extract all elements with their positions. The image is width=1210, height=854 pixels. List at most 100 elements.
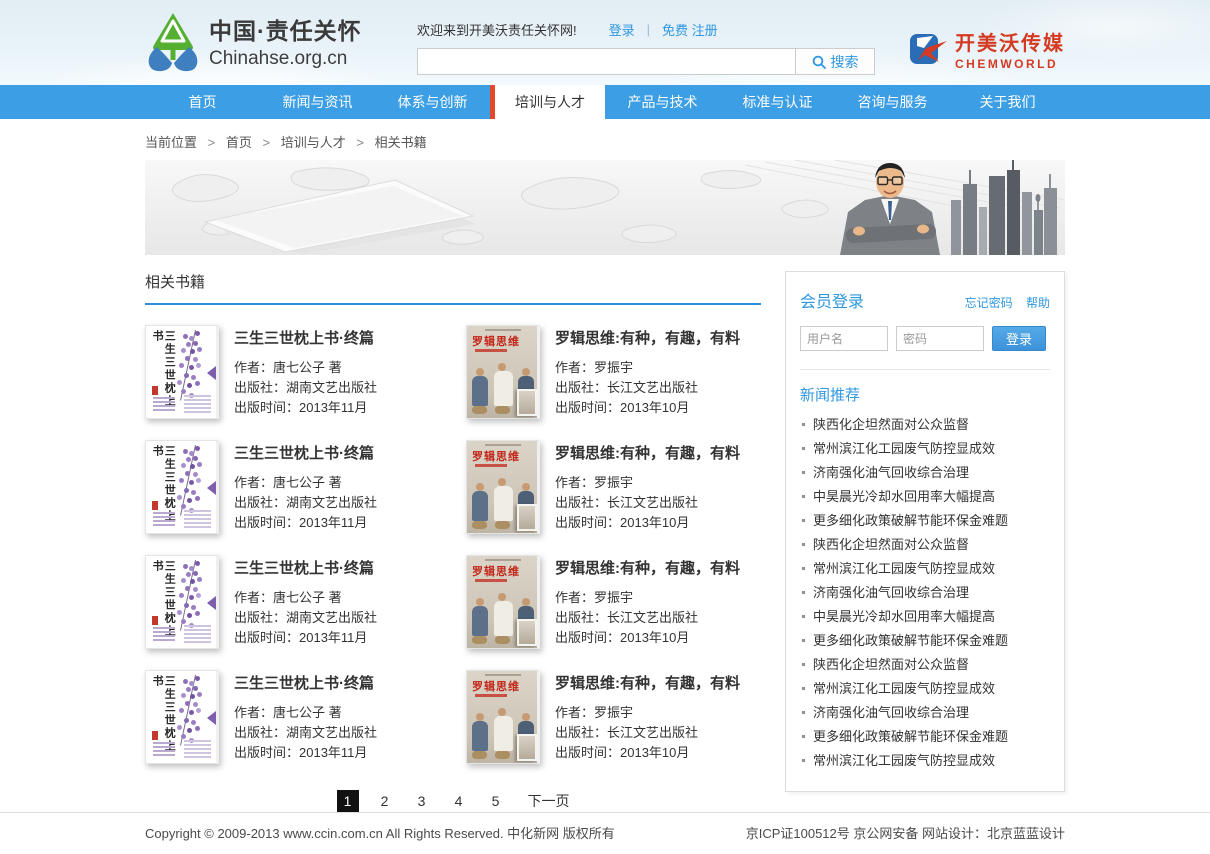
- search-button-label: 搜索: [831, 52, 859, 72]
- page-2[interactable]: 2: [374, 790, 396, 812]
- nav-item-products[interactable]: 产品与技术: [605, 85, 720, 119]
- page-4[interactable]: 4: [448, 790, 470, 812]
- book-author: 作者：唐七公子 著: [234, 358, 377, 378]
- nav-item-system[interactable]: 体系与创新: [375, 85, 490, 119]
- bullet-icon: [802, 759, 805, 762]
- book-date: 出版时间：2013年10月: [555, 743, 740, 763]
- news-item[interactable]: 更多细化政策破解节能环保金难题: [800, 509, 1050, 533]
- book-title[interactable]: 罗辑思维:有种，有趣，有料: [555, 442, 740, 463]
- book-title[interactable]: 三生三世枕上书·终篇: [234, 672, 377, 693]
- bullet-icon: [802, 543, 805, 546]
- book-title[interactable]: 三生三世枕上书·终篇: [234, 327, 377, 348]
- breadcrumb-training[interactable]: 培训与人才: [281, 135, 346, 150]
- news-item[interactable]: 中昊晨光冷却水回用率大幅提高: [800, 605, 1050, 629]
- book-item[interactable]: 三生三世枕上书 三生三世枕上书·终篇 作者：唐七公子 著 出版社：湖南文艺出版社…: [145, 325, 440, 419]
- book-cover: 三生三世枕上书: [145, 440, 219, 534]
- nav-item-training-active[interactable]: 培训与人才: [490, 85, 605, 119]
- nav-item-home[interactable]: 首页: [145, 85, 260, 119]
- book-title[interactable]: 罗辑思维:有种，有趣，有料: [555, 672, 740, 693]
- breadcrumb-home[interactable]: 首页: [226, 135, 252, 150]
- breadcrumb-prefix: 当前位置: [145, 135, 197, 150]
- breadcrumb-books[interactable]: 相关书籍: [375, 135, 427, 150]
- welcome-text: 欢迎来到开美沃责任关怀网!: [417, 20, 577, 39]
- page-title: 相关书籍: [145, 271, 761, 305]
- book-item[interactable]: 三生三世枕上书 三生三世枕上书·终篇 作者：唐七公子 著 出版社：湖南文艺出版社…: [145, 555, 440, 649]
- book-item[interactable]: 三生三世枕上书 三生三世枕上书·终篇 作者：唐七公子 著 出版社：湖南文艺出版社…: [145, 440, 440, 534]
- login-form: 登录: [800, 326, 1050, 351]
- bullet-icon: [802, 735, 805, 738]
- book-item[interactable]: 三生三世枕上书 三生三世枕上书·终篇 作者：唐七公子 著 出版社：湖南文艺出版社…: [145, 670, 440, 764]
- news-item[interactable]: 常州滨江化工园废气防控显成效: [800, 437, 1050, 461]
- nav-item-about[interactable]: 关于我们: [950, 85, 1065, 119]
- chemworld-logo-icon: [909, 29, 949, 69]
- nav-item-standards[interactable]: 标准与认证: [720, 85, 835, 119]
- nav-item-news[interactable]: 新闻与资讯: [260, 85, 375, 119]
- book-title[interactable]: 罗辑思维:有种，有趣，有料: [555, 327, 740, 348]
- search-bar: 搜索: [417, 48, 879, 75]
- next-page-button[interactable]: 下一页: [528, 791, 570, 811]
- news-item[interactable]: 常州滨江化工园废气防控显成效: [800, 749, 1050, 773]
- news-item[interactable]: 更多细化政策破解节能环保金难题: [800, 629, 1050, 653]
- partner-logo[interactable]: 开美沃传媒 CHEMWORLD: [909, 27, 1065, 71]
- username-input[interactable]: [800, 326, 888, 351]
- search-input[interactable]: [417, 48, 795, 75]
- bullet-icon: [802, 423, 805, 426]
- news-item[interactable]: 常州滨江化工园废气防控显成效: [800, 557, 1050, 581]
- book-cover: 罗辑思维: [466, 440, 540, 534]
- book-cover: 罗辑思维: [466, 555, 540, 649]
- site-logo[interactable]: 中国·责任关怀 Chinahse.org.cn: [145, 9, 362, 73]
- partner-logo-cn: 开美沃传媒: [955, 27, 1065, 56]
- book-title[interactable]: 罗辑思维:有种，有趣，有料: [555, 557, 740, 578]
- book-author: 作者：唐七公子 著: [234, 473, 377, 493]
- news-item[interactable]: 陕西化企坦然面对公众监督: [800, 533, 1050, 557]
- bullet-icon: [802, 591, 805, 594]
- breadcrumb-separator: >: [263, 135, 271, 150]
- book-cover: 三生三世枕上书: [145, 670, 219, 764]
- book-author: 作者：罗振宇: [555, 473, 740, 493]
- password-input[interactable]: [896, 326, 984, 351]
- news-item[interactable]: 陕西化企坦然面对公众监督: [800, 413, 1050, 437]
- sidebar: 会员登录 忘记密码 帮助 登录 新闻推荐 陕西化企坦然面对公众监督 常州滨江化工…: [785, 271, 1065, 792]
- nav-item-consulting[interactable]: 咨询与服务: [835, 85, 950, 119]
- page-1-current[interactable]: 1: [337, 790, 359, 812]
- book-publisher: 出版社：湖南文艺出版社: [234, 608, 377, 628]
- icp-text: 京ICP证100512号 京公网安备 网站设计：北京蓝蓝设计: [746, 823, 1065, 842]
- site-domain: Chinahse.org.cn: [209, 48, 362, 70]
- pagination: 1 2 3 4 5 下一页: [145, 790, 761, 812]
- book-date: 出版时间：2013年10月: [555, 513, 740, 533]
- bullet-icon: [802, 519, 805, 522]
- forgot-password-link[interactable]: 忘记密码: [965, 296, 1013, 310]
- login-button[interactable]: 登录: [992, 326, 1046, 351]
- page-3[interactable]: 3: [411, 790, 433, 812]
- book-publisher: 出版社：长江文艺出版社: [555, 723, 740, 743]
- book-item[interactable]: 罗辑思维 罗辑思维:有种，有趣，有料 作者：罗振宇 出版社：长江文艺出版社 出版…: [466, 440, 761, 534]
- book-cover: 罗辑思维: [466, 325, 540, 419]
- bullet-icon: [802, 471, 805, 474]
- login-link[interactable]: 登录: [609, 20, 635, 39]
- book-author: 作者：唐七公子 著: [234, 588, 377, 608]
- book-publisher: 出版社：湖南文艺出版社: [234, 378, 377, 398]
- bullet-icon: [802, 687, 805, 690]
- news-item[interactable]: 更多细化政策破解节能环保金难题: [800, 725, 1050, 749]
- book-date: 出版时间：2013年11月: [234, 398, 377, 418]
- register-link[interactable]: 免费 注册: [662, 20, 718, 39]
- bullet-icon: [802, 711, 805, 714]
- book-date: 出版时间：2013年10月: [555, 628, 740, 648]
- bullet-icon: [802, 663, 805, 666]
- news-item[interactable]: 中昊晨光冷却水回用率大幅提高: [800, 485, 1050, 509]
- news-item[interactable]: 陕西化企坦然面对公众监督: [800, 653, 1050, 677]
- book-item[interactable]: 罗辑思维 罗辑思维:有种，有趣，有料 作者：罗振宇 出版社：长江文艺出版社 出版…: [466, 670, 761, 764]
- news-item[interactable]: 济南强化油气回收综合治理: [800, 701, 1050, 725]
- page-5[interactable]: 5: [485, 790, 507, 812]
- sidebar-divider: [800, 369, 1050, 370]
- news-item[interactable]: 常州滨江化工园废气防控显成效: [800, 677, 1050, 701]
- book-item[interactable]: 罗辑思维 罗辑思维:有种，有趣，有料 作者：罗振宇 出版社：长江文艺出版社 出版…: [466, 555, 761, 649]
- news-item[interactable]: 济南强化油气回收综合治理: [800, 461, 1050, 485]
- book-title[interactable]: 三生三世枕上书·终篇: [234, 442, 377, 463]
- search-button[interactable]: 搜索: [795, 48, 875, 75]
- help-link[interactable]: 帮助: [1026, 296, 1050, 310]
- breadcrumb-separator: >: [208, 135, 216, 150]
- book-item[interactable]: 罗辑思维 罗辑思维:有种，有趣，有料 作者：罗振宇 出版社：长江文艺出版社 出版…: [466, 325, 761, 419]
- book-title[interactable]: 三生三世枕上书·终篇: [234, 557, 377, 578]
- news-item[interactable]: 济南强化油气回收综合治理: [800, 581, 1050, 605]
